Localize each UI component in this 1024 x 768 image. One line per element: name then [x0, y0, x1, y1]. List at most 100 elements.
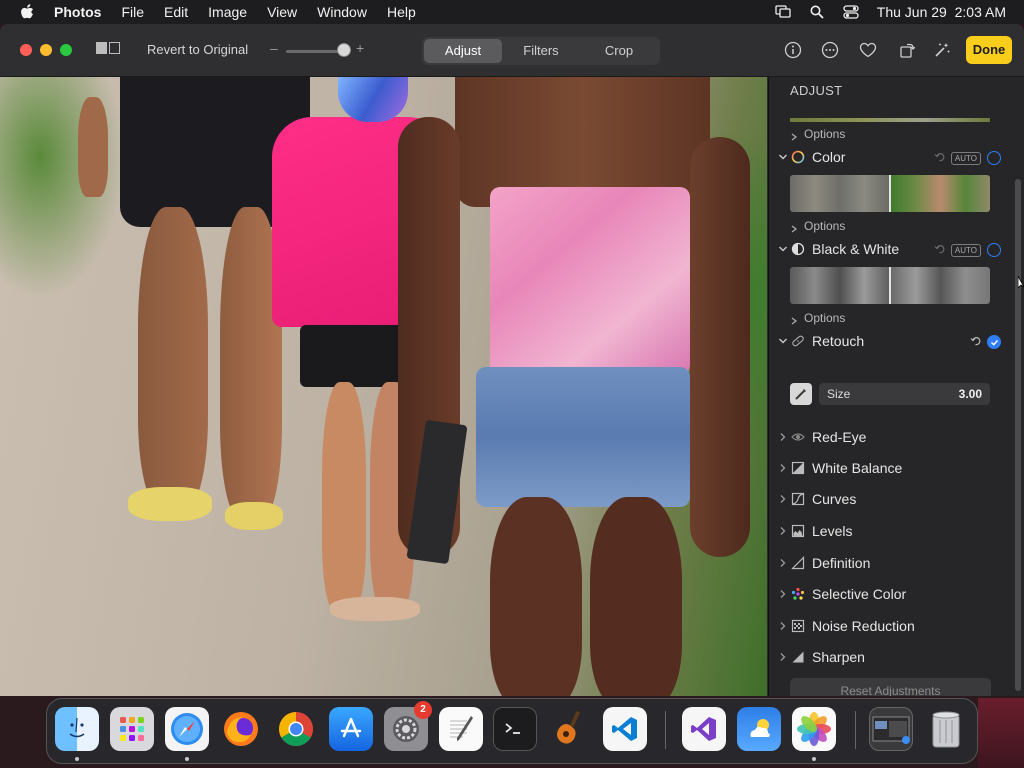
- photo-girl-top: [490, 187, 690, 387]
- black-white-options-toggle[interactable]: Options: [790, 311, 845, 325]
- color-thumbnail-strip[interactable]: [790, 175, 990, 212]
- section-black-white[interactable]: Black & White AUTO: [777, 239, 1001, 259]
- trash-icon[interactable]: [924, 707, 968, 751]
- color-toggle[interactable]: [987, 151, 1001, 165]
- black-white-toggle[interactable]: [987, 243, 1001, 257]
- system-settings-app-icon[interactable]: 2: [384, 701, 432, 751]
- photos-running-indicator: [812, 757, 816, 761]
- launchpad-app-icon[interactable]: [110, 707, 154, 751]
- menu-image[interactable]: Image: [208, 4, 247, 20]
- rotate-icon[interactable]: [897, 40, 917, 60]
- menu-window[interactable]: Window: [317, 4, 367, 20]
- finder-app-icon[interactable]: [55, 707, 99, 751]
- section-levels-label: Levels: [812, 523, 853, 539]
- color-options-toggle[interactable]: Options: [790, 219, 845, 233]
- dock-separator: [855, 711, 856, 749]
- retouch-enabled-checkmark[interactable]: [987, 335, 1001, 349]
- tab-filters[interactable]: Filters: [502, 39, 580, 63]
- section-red-eye[interactable]: Red-Eye: [777, 427, 1001, 447]
- tab-adjust[interactable]: Adjust: [424, 39, 502, 63]
- more-icon[interactable]: [820, 40, 840, 60]
- section-color[interactable]: Color AUTO: [777, 147, 1001, 167]
- undo-color-icon[interactable]: [934, 149, 945, 167]
- apple-menu-icon[interactable]: [18, 3, 36, 21]
- app-store-app-icon[interactable]: [329, 707, 373, 751]
- done-button[interactable]: Done: [966, 36, 1012, 64]
- adjust-sidebar: ADJUST Options Color AUTO Options Black …: [768, 77, 1024, 696]
- compare-original-icon[interactable]: [96, 42, 124, 58]
- options-label: Options: [804, 311, 846, 325]
- chevron-right-icon: [777, 557, 789, 569]
- photo-girl-arm-right: [690, 137, 750, 557]
- section-selective-color[interactable]: Selective Color: [777, 584, 1001, 604]
- section-sharpen[interactable]: Sharpen: [777, 647, 1001, 667]
- black-white-auto-button[interactable]: AUTO: [950, 243, 981, 257]
- section-retouch-label: Retouch: [812, 333, 865, 349]
- safari-app-icon[interactable]: [165, 707, 209, 751]
- menu-file[interactable]: File: [121, 4, 144, 20]
- reset-adjustments-button[interactable]: Reset Adjustments: [790, 678, 991, 696]
- auto-enhance-icon[interactable]: [932, 40, 952, 60]
- photo-canvas[interactable]: [0, 77, 767, 696]
- edit-toolbar: Revert to Original – + Adjust Filters Cr…: [0, 24, 1024, 77]
- info-icon[interactable]: [783, 40, 803, 60]
- vscode-app-icon[interactable]: [603, 707, 647, 751]
- photos-app-icon[interactable]: [792, 707, 836, 751]
- weather-app-icon[interactable]: [737, 707, 781, 751]
- chevron-right-icon: [777, 525, 789, 537]
- firefox-app-icon[interactable]: [219, 707, 263, 751]
- favorite-icon[interactable]: [858, 40, 878, 60]
- control-center-icon[interactable]: [843, 4, 859, 20]
- menu-view[interactable]: View: [267, 4, 297, 20]
- spotlight-icon[interactable]: [809, 4, 825, 20]
- preview-window-thumbnail-icon[interactable]: [869, 707, 913, 751]
- garageband-app-icon[interactable]: [548, 707, 592, 751]
- close-window-button[interactable]: [20, 44, 32, 56]
- section-definition[interactable]: Definition: [777, 553, 1001, 573]
- revert-to-original-button[interactable]: Revert to Original: [137, 38, 258, 62]
- color-icon: [791, 150, 805, 164]
- section-curves[interactable]: Curves: [777, 489, 1001, 509]
- menu-help[interactable]: Help: [387, 4, 416, 20]
- photo-girl-shorts: [476, 367, 690, 507]
- terminal-app-icon[interactable]: [493, 707, 537, 751]
- light-options-toggle[interactable]: Options: [790, 127, 845, 141]
- chrome-app-icon[interactable]: [274, 707, 318, 751]
- undo-black-white-icon[interactable]: [934, 241, 945, 259]
- section-color-label: Color: [812, 149, 846, 165]
- visual-studio-app-icon[interactable]: [682, 707, 726, 751]
- tab-crop[interactable]: Crop: [580, 39, 658, 63]
- section-definition-label: Definition: [812, 555, 871, 571]
- dock-separator: [665, 711, 666, 749]
- black-white-thumbnail-strip[interactable]: [790, 267, 990, 304]
- chevron-right-icon: [790, 222, 798, 233]
- dock: 2: [46, 698, 978, 764]
- chevron-right-icon: [777, 493, 789, 505]
- photo-girl-leg-left: [490, 497, 582, 696]
- menu-clock[interactable]: Thu Jun 29 2:03 AM: [877, 4, 1006, 20]
- undo-retouch-icon[interactable]: [970, 333, 981, 351]
- menu-bar: Photos File Edit Image View Window Help …: [0, 0, 1024, 24]
- section-noise-reduction[interactable]: Noise Reduction: [777, 616, 1001, 636]
- color-auto-button[interactable]: AUTO: [950, 151, 981, 165]
- fullscreen-window-button[interactable]: [60, 44, 72, 56]
- section-black-white-label: Black & White: [812, 241, 900, 257]
- minimize-window-button[interactable]: [40, 44, 52, 56]
- textedit-app-icon[interactable]: [439, 707, 483, 751]
- chevron-right-icon: [777, 651, 789, 663]
- zoom-out-label: –: [270, 40, 278, 56]
- sidebar-scrollbar[interactable]: [1015, 179, 1021, 691]
- section-levels[interactable]: Levels: [777, 521, 1001, 541]
- section-white-balance[interactable]: White Balance: [777, 458, 1001, 478]
- selective-color-icon: [791, 587, 805, 601]
- retouch-size-slider[interactable]: Size 3.00: [819, 383, 990, 405]
- white-balance-icon: [791, 461, 805, 475]
- bandage-icon: [791, 334, 805, 348]
- section-retouch[interactable]: Retouch: [777, 331, 1001, 351]
- menu-edit[interactable]: Edit: [164, 4, 188, 20]
- zoom-slider-knob[interactable]: [337, 43, 351, 57]
- section-red-eye-label: Red-Eye: [812, 429, 867, 445]
- retouch-brush-button[interactable]: [790, 383, 812, 405]
- screen-mirroring-icon[interactable]: [775, 4, 791, 20]
- menu-app-name[interactable]: Photos: [54, 4, 101, 20]
